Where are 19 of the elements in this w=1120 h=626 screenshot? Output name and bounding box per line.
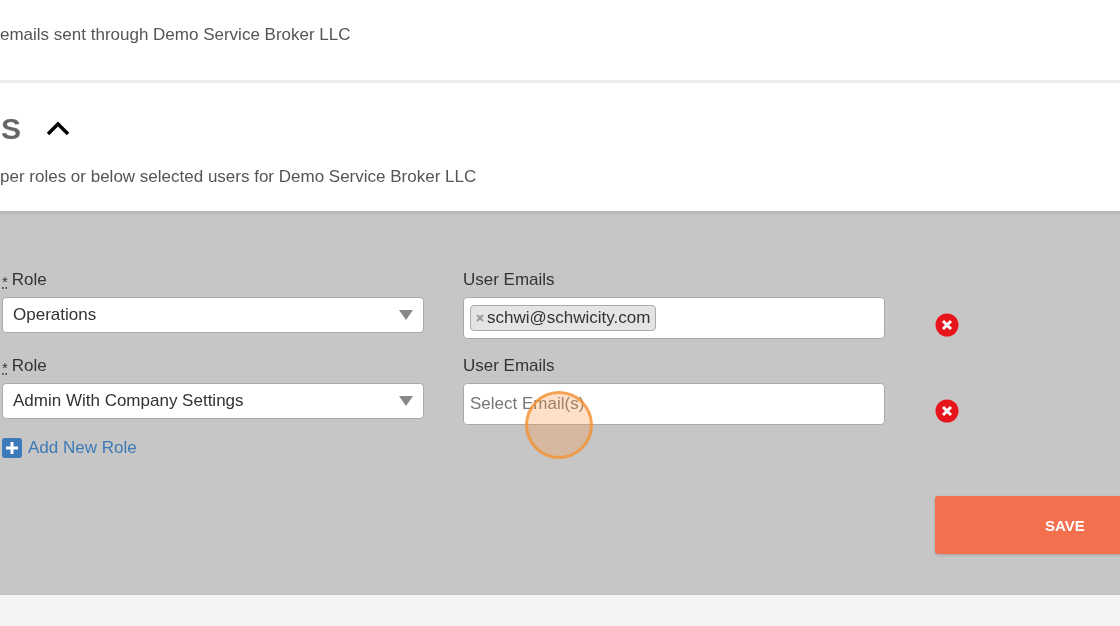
section-description: per roles or below selected users for Demo Service Broker LLC [0,167,478,187]
caret-icon [399,396,413,406]
required-mark: * [2,273,8,290]
remove-icon[interactable] [935,313,959,337]
remove-icon[interactable] [935,399,959,423]
email-tag[interactable]: schwi@schwicity.com [470,305,657,331]
emails-field[interactable]: schwi@schwicity.com [463,297,885,339]
emails-label: User Emails [463,270,555,290]
notice-text: emails sent through Demo Service Broker LLC [0,25,351,45]
plus-icon [2,438,22,458]
role-select[interactable]: Admin With Company Settings [2,383,424,419]
required-mark: * [2,359,8,376]
role-label: Role [11,270,47,290]
section-title: S [1,112,21,146]
role-label: Role [11,356,47,376]
caret-icon [399,310,413,320]
chevron-up-icon[interactable] [45,121,71,137]
role-select[interactable]: Operations [2,297,424,333]
emails-label: User Emails [463,356,555,376]
